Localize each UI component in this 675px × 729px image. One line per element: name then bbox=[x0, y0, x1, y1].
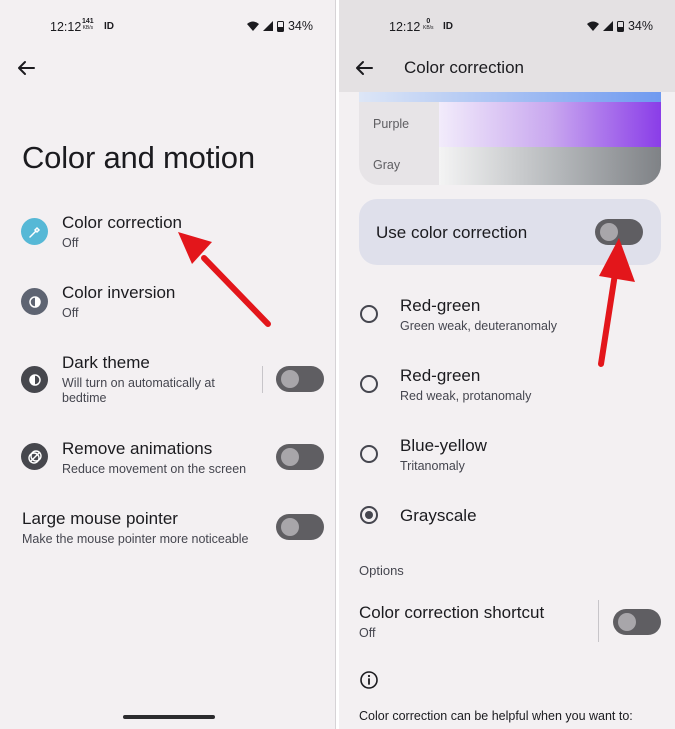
divider bbox=[598, 600, 599, 642]
remove-animations-item[interactable]: Remove animations Reduce movement on the… bbox=[0, 435, 335, 485]
network-speed: 141 KB/s bbox=[82, 18, 94, 31]
mode-subtitle: Red weak, protanomaly bbox=[400, 389, 532, 403]
page-title: Color correction bbox=[404, 58, 524, 77]
mode-red-green-deuteranomaly[interactable]: Red-green Green weak, deuteranomaly bbox=[339, 293, 675, 343]
item-subtitle: Will turn on automatically at bedtime bbox=[62, 376, 215, 405]
use-color-correction-card[interactable]: Use color correction bbox=[359, 199, 661, 265]
purple-label: Purple bbox=[373, 117, 410, 131]
radio-button[interactable] bbox=[360, 305, 378, 323]
large-mouse-pointer-item[interactable]: Large mouse pointer Make the mouse point… bbox=[0, 505, 335, 555]
radio-button[interactable] bbox=[360, 375, 378, 393]
signal-icon bbox=[602, 21, 613, 31]
status-bar: 12:12 141 KB/s ID 34% bbox=[0, 0, 335, 52]
battery-icon bbox=[616, 20, 624, 32]
page-title: Color and motion bbox=[22, 140, 255, 175]
toggle-knob bbox=[281, 518, 299, 536]
back-arrow-icon[interactable] bbox=[14, 56, 38, 80]
back-arrow-icon[interactable] bbox=[352, 56, 376, 80]
gray-swatch bbox=[439, 147, 661, 185]
wifi-icon bbox=[586, 21, 599, 31]
radio-button-selected[interactable] bbox=[360, 506, 378, 524]
mode-title: Blue-yellow bbox=[400, 436, 487, 455]
item-title: Large mouse pointer bbox=[22, 509, 178, 528]
footer-description: Color correction can be helpful when you… bbox=[359, 709, 633, 723]
toggle-knob bbox=[618, 613, 636, 631]
large-mouse-pointer-toggle[interactable] bbox=[276, 514, 324, 540]
color-correction-screen: 12:12 0 KB/s ID 34% Color correction Purp… bbox=[339, 0, 675, 729]
color-preview: Purple Gray bbox=[359, 92, 661, 185]
options-header: Options bbox=[359, 563, 404, 578]
divider bbox=[262, 366, 263, 393]
item-title: Dark theme bbox=[62, 353, 150, 372]
app-bar: 12:12 0 KB/s ID 34% Color correction bbox=[339, 0, 675, 92]
inversion-icon bbox=[21, 288, 48, 315]
gesture-navigation-bar[interactable] bbox=[123, 715, 215, 719]
notification-icon: ID bbox=[104, 21, 114, 32]
item-subtitle: Off bbox=[62, 236, 79, 250]
animation-icon bbox=[21, 443, 48, 470]
battery-icon bbox=[276, 20, 284, 32]
color-correction-item[interactable]: Color correction Off bbox=[0, 210, 335, 260]
color-and-motion-screen: 12:12 141 KB/s ID 34% Color and motion Co… bbox=[0, 0, 336, 729]
mode-subtitle: Tritanomaly bbox=[400, 459, 465, 473]
gray-label: Gray bbox=[373, 158, 401, 172]
blue-swatch bbox=[359, 92, 661, 102]
status-time: 12:12 bbox=[389, 20, 421, 34]
wifi-icon bbox=[246, 21, 259, 31]
item-title: Color correction bbox=[62, 213, 182, 232]
item-title: Remove animations bbox=[62, 439, 213, 458]
item-subtitle: Make the mouse pointer more noticeable bbox=[22, 532, 249, 546]
toggle-knob bbox=[281, 370, 299, 388]
purple-swatch bbox=[439, 102, 661, 147]
mode-blue-yellow[interactable]: Blue-yellow Tritanomaly bbox=[339, 433, 675, 483]
dark-theme-toggle[interactable] bbox=[276, 366, 324, 392]
battery-percent: 34% bbox=[287, 19, 313, 33]
color-inversion-item[interactable]: Color inversion Off bbox=[0, 280, 335, 330]
dark-theme-icon bbox=[21, 366, 48, 393]
network-speed: 0 KB/s bbox=[423, 18, 434, 31]
eyedropper-icon bbox=[21, 218, 48, 245]
mode-title: Red-green bbox=[400, 366, 481, 385]
mode-title: Grayscale bbox=[400, 506, 477, 525]
notification-icon: ID bbox=[443, 21, 453, 32]
use-color-correction-label: Use color correction bbox=[376, 223, 528, 242]
toggle-knob bbox=[281, 448, 299, 466]
mode-grayscale[interactable]: Grayscale bbox=[339, 503, 675, 533]
item-subtitle: Reduce movement on the screen bbox=[62, 462, 247, 476]
signal-icon bbox=[262, 21, 273, 31]
info-icon bbox=[360, 671, 378, 689]
toggle-knob bbox=[600, 223, 618, 241]
mode-subtitle: Green weak, deuteranomaly bbox=[400, 319, 558, 333]
mode-title: Red-green bbox=[400, 296, 481, 315]
battery-percent: 34% bbox=[627, 19, 653, 33]
radio-button[interactable] bbox=[360, 445, 378, 463]
status-time: 12:12 bbox=[50, 20, 82, 34]
item-title: Color correction shortcut bbox=[359, 603, 545, 622]
use-color-correction-toggle[interactable] bbox=[595, 219, 643, 245]
item-subtitle: Off bbox=[359, 626, 376, 640]
item-subtitle: Off bbox=[62, 306, 79, 320]
status-icons: 34% bbox=[246, 19, 313, 33]
status-icons: 34% bbox=[586, 19, 653, 33]
mode-red-green-protanomaly[interactable]: Red-green Red weak, protanomaly bbox=[339, 363, 675, 413]
color-correction-shortcut-item[interactable]: Color correction shortcut Off bbox=[339, 600, 675, 650]
item-title: Color inversion bbox=[62, 283, 176, 302]
shortcut-toggle[interactable] bbox=[613, 609, 661, 635]
status-bar: 12:12 0 KB/s ID 34% bbox=[339, 0, 675, 52]
remove-animations-toggle[interactable] bbox=[276, 444, 324, 470]
dark-theme-item[interactable]: Dark theme Will turn on automatically at… bbox=[0, 350, 335, 410]
